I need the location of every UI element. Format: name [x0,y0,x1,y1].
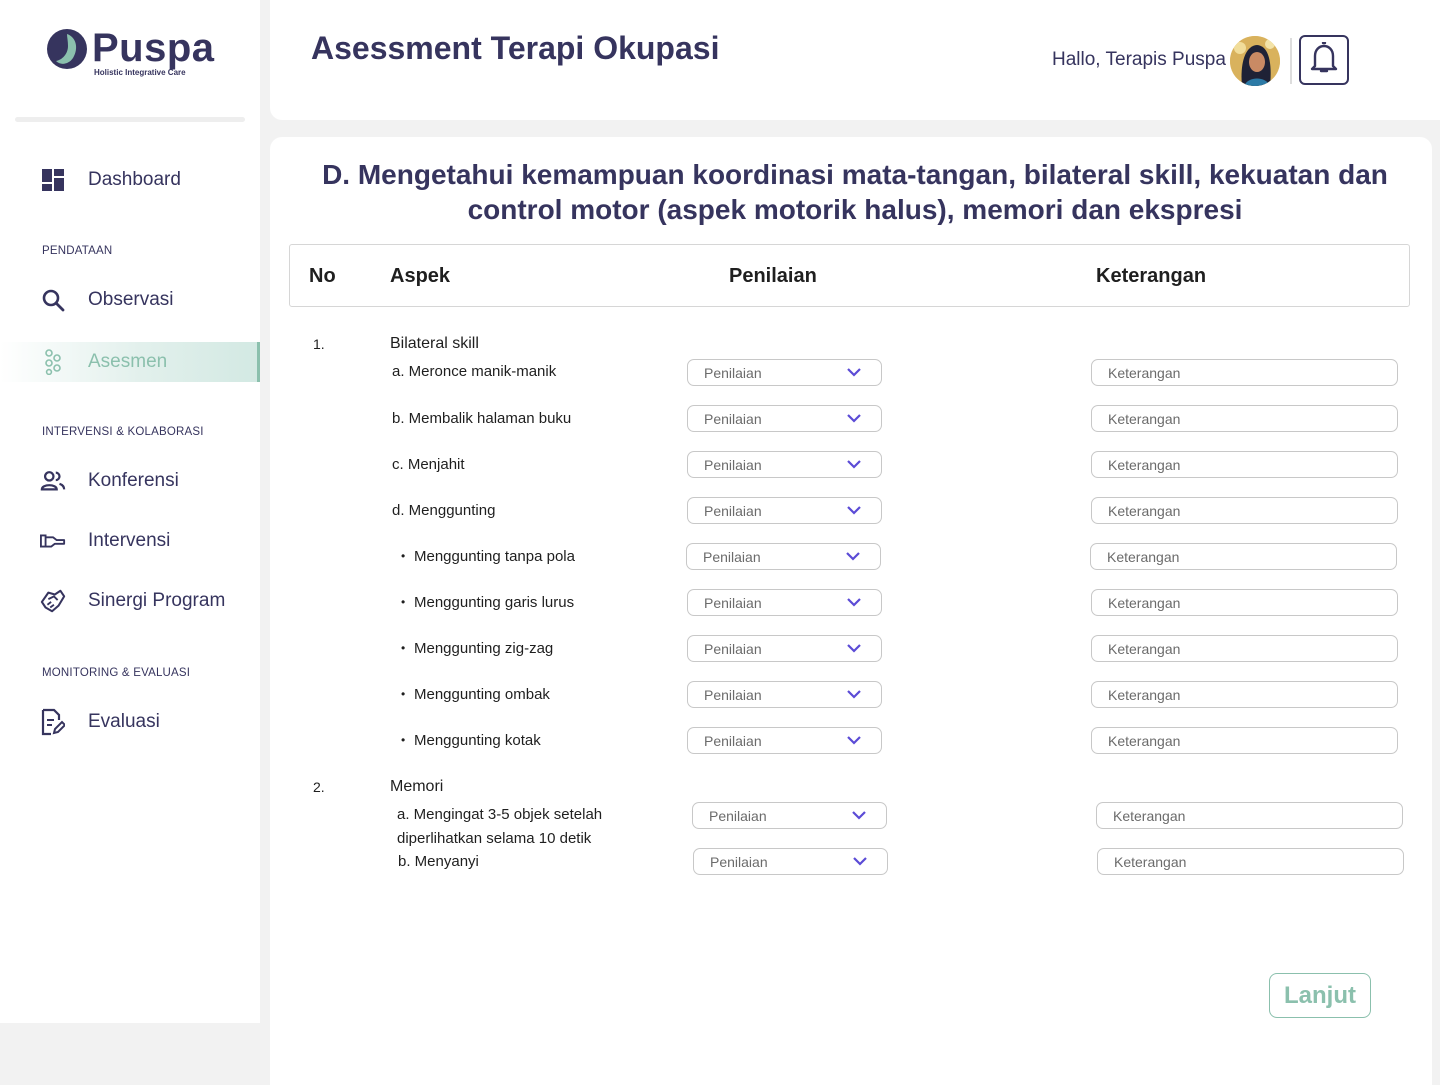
search-icon [40,287,66,313]
chevron-down-icon [847,368,861,377]
section-label-monitoring: MONITORING & EVALUASI [42,667,191,679]
users-icon [40,468,66,494]
sidebar-item-label: Dashboard [88,169,181,190]
sidebar-item-label: Sinergi Program [88,590,226,611]
group-title: Bilateral skill [390,335,479,352]
assessment-icon [40,349,66,375]
handshake-icon [40,588,66,614]
section-label-pendataan: PENDATAAN [42,245,113,257]
brand-name: Puspa [92,26,215,70]
table-header: No Aspek Penilaian Keterangan [289,244,1410,307]
sidebar: Puspa Holistic Integrative Care Dashboar… [0,0,260,1023]
aspect-label: Menggunting garis lurus [401,594,574,611]
chevron-down-icon [847,736,861,745]
penilaian-select[interactable]: Penilaian [693,848,888,875]
aspect-label: b. Menyanyi [398,853,479,870]
aspect-label: a. Mengingat 3-5 objek setelah [397,806,603,823]
column-header-aspek: Aspek [390,265,451,287]
row-number: 1. [313,336,325,352]
sidebar-item-intervensi[interactable]: Intervensi [0,521,260,561]
keterangan-input[interactable] [1091,635,1398,662]
penilaian-select[interactable]: Penilaian [687,727,882,754]
chevron-down-icon [847,414,861,423]
aspect-label: c. Menjahit [392,456,465,473]
keterangan-input[interactable] [1091,405,1398,432]
hand-icon [40,528,66,554]
aspect-label: Menggunting ombak [401,686,550,703]
sidebar-divider [15,117,245,122]
sidebar-item-label: Evaluasi [88,711,160,732]
chevron-down-icon [847,690,861,699]
sidebar-item-label: Asesmen [88,351,168,372]
section-title: D. Mengetahui kemampuan koordinasi mata-… [322,159,1388,225]
aspect-label: Menggunting tanpa pola [401,548,575,565]
penilaian-select[interactable]: Penilaian [687,497,882,524]
penilaian-select[interactable]: Penilaian [687,635,882,662]
aspect-label: d. Menggunting [392,502,496,519]
keterangan-input[interactable] [1091,359,1398,386]
chevron-down-icon [853,857,867,866]
aspect-label-continued: diperlihatkan selama 10 detik [397,830,592,847]
keterangan-input[interactable] [1097,848,1404,875]
chevron-down-icon [847,598,861,607]
section-label-intervensi: INTERVENSI & KOLABORASI [42,426,204,438]
sidebar-item-evaluasi[interactable]: Evaluasi [0,702,260,742]
chevron-down-icon [852,811,866,820]
top-header: Asessment Terapi Okupasi Hallo, Terapis … [270,0,1440,120]
penilaian-select[interactable]: Penilaian [687,681,882,708]
next-button[interactable]: Lanjut [1269,973,1371,1018]
keterangan-input[interactable] [1091,681,1398,708]
sidebar-item-konferensi[interactable]: Konferensi [0,461,260,501]
penilaian-select[interactable]: Penilaian [687,451,882,478]
sidebar-item-label: Konferensi [88,470,179,491]
user-greeting: Hallo, Terapis Puspa [1052,49,1226,70]
keterangan-input[interactable] [1096,802,1403,829]
header-separator [1290,38,1292,84]
column-header-penilaian: Penilaian [729,265,817,287]
penilaian-select[interactable]: Penilaian [686,543,881,570]
aspect-label: b. Membalik halaman buku [392,410,572,427]
aspect-label: Menggunting kotak [401,732,541,749]
sidebar-item-asesmen[interactable]: Asesmen [0,342,260,382]
sidebar-item-dashboard[interactable]: Dashboard [0,160,260,200]
document-edit-icon [40,708,66,736]
column-header-no: No [309,265,336,287]
penilaian-select[interactable]: Penilaian [692,802,887,829]
penilaian-select[interactable]: Penilaian [687,589,882,616]
row-number: 2. [313,779,325,795]
dashboard-icon [40,167,66,193]
group-title: Memori [390,778,444,795]
assessment-card: D. Mengetahui kemampuan koordinasi mata-… [270,137,1432,1085]
chevron-down-icon [847,460,861,469]
penilaian-select[interactable]: Penilaian [687,359,882,386]
sidebar-item-observasi[interactable]: Observasi [0,280,260,320]
page-title: Asessment Terapi Okupasi [311,30,720,66]
sidebar-item-label: Intervensi [88,530,171,551]
aspect-label: a. Meronce manik-manik [392,363,557,380]
keterangan-input[interactable] [1091,451,1398,478]
aspect-label: Menggunting zig-zag [401,640,553,657]
brand-logo[interactable]: Puspa Holistic Integrative Care [46,28,215,77]
bell-icon [1309,41,1339,79]
avatar[interactable] [1230,36,1280,86]
keterangan-input[interactable] [1090,543,1397,570]
notification-button[interactable] [1299,35,1349,85]
logo-mark-icon [46,28,88,70]
sidebar-item-label: Observasi [88,289,174,310]
chevron-down-icon [846,552,860,561]
penilaian-select[interactable]: Penilaian [687,405,882,432]
chevron-down-icon [847,506,861,515]
keterangan-input[interactable] [1091,497,1398,524]
sidebar-item-sinergi-program[interactable]: Sinergi Program [0,581,260,621]
keterangan-input[interactable] [1091,727,1398,754]
chevron-down-icon [847,644,861,653]
keterangan-input[interactable] [1091,589,1398,616]
column-header-keterangan: Keterangan [1096,265,1207,287]
